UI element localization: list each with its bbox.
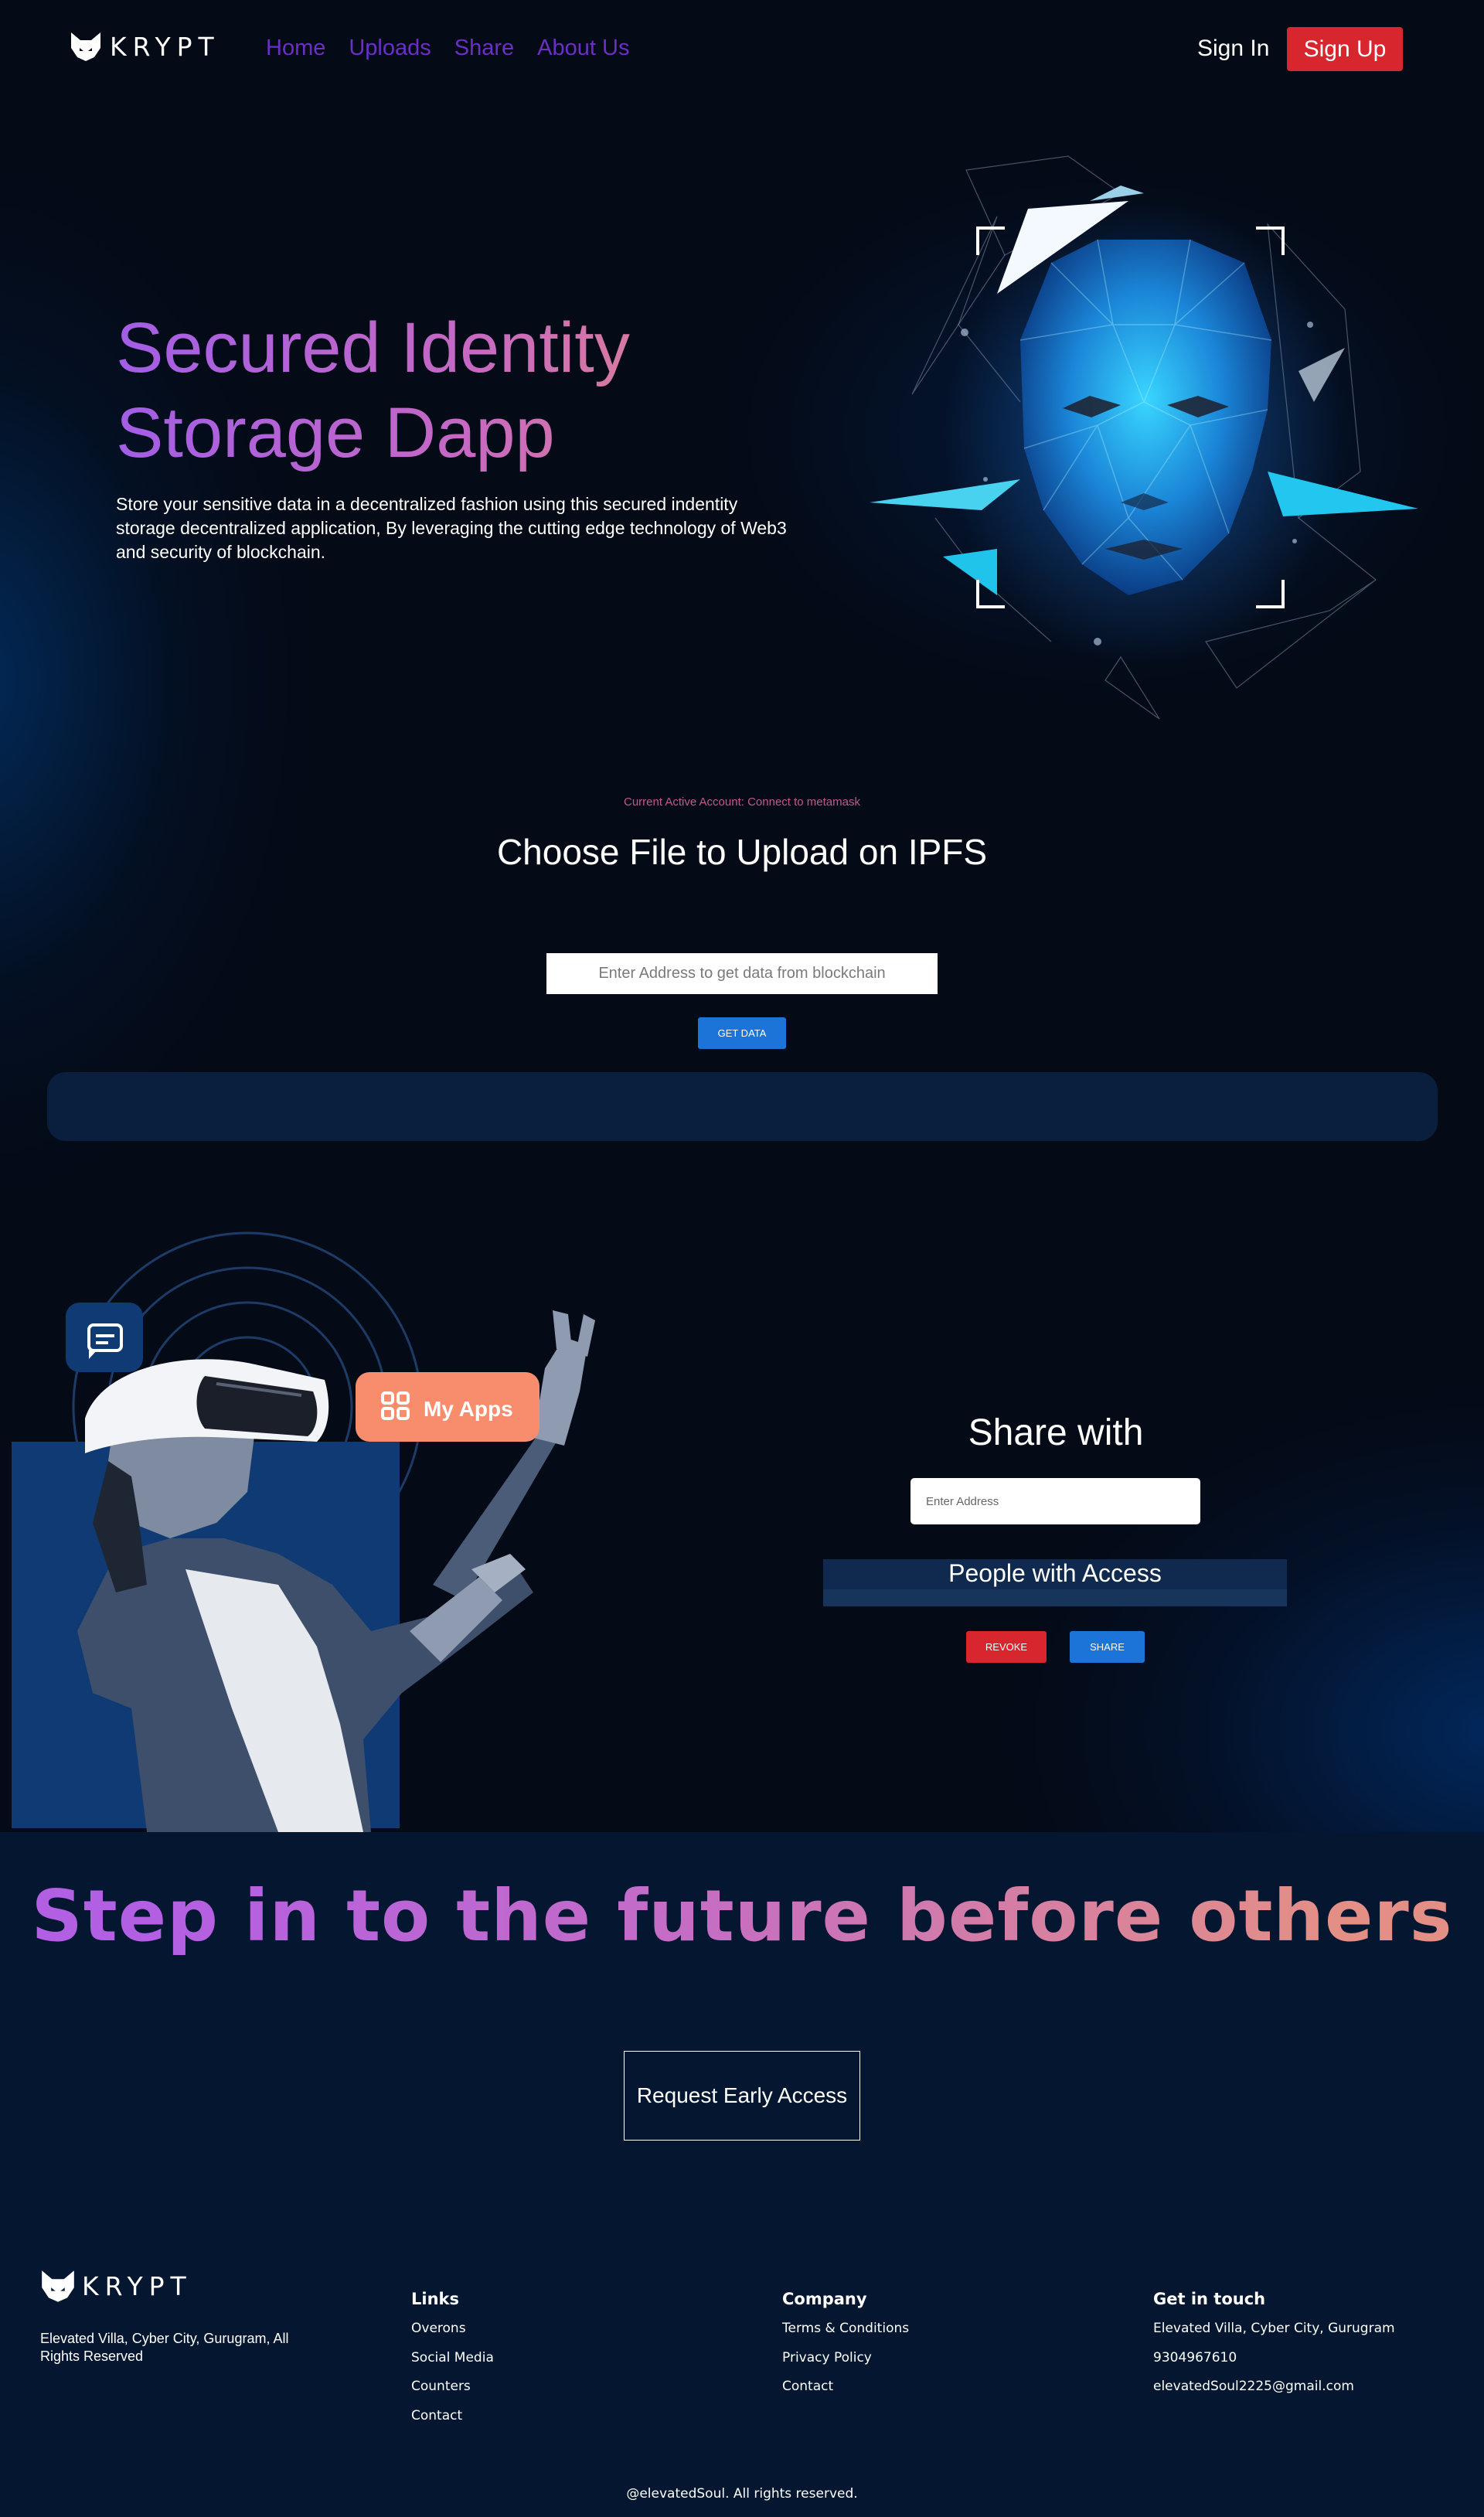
footer-address: Elevated Villa, Cyber City, Gurugram, Al… [40,2331,289,2364]
share-button[interactable]: SHARE [1070,1631,1145,1663]
footer-contact-email[interactable]: elevatedSoul2225@gmail.com [1153,2379,1395,2408]
footer-links-column: Links Overons Social Media Counters Cont… [411,2290,494,2437]
footer-contact-heading: Get in touch [1153,2290,1266,2308]
footer-link-company-contact[interactable]: Contact [782,2379,909,2408]
my-apps-label: My Apps [424,1397,513,1421]
share-title: Share with [968,1412,1144,1453]
access-list-body [823,1589,1287,1606]
upload-title: Choose File to Upload on IPFS [496,832,988,872]
revoke-button[interactable]: REVOKE [966,1631,1047,1663]
footer-brand-name: KRYPT [82,2270,192,2301]
footer-contact-column: Get in touch Elevated Villa, Cyber City,… [1153,2290,1395,2408]
brand-name: KRYPT [110,31,220,62]
nav-links: Home Uploads Share About Us [266,36,629,61]
footer-company-column: Company Terms & Conditions Privacy Polic… [782,2290,909,2408]
hero-title: Secured Identity Storage Dapp [116,305,889,475]
nav-link-about[interactable]: About Us [537,36,629,61]
footer-link-terms[interactable]: Terms & Conditions [782,2321,909,2350]
footer-link-overons[interactable]: Overons [411,2321,494,2350]
fox-logo-icon [71,32,100,61]
footer-link-social-media[interactable]: Social Media [411,2350,494,2379]
brand-logo[interactable]: KRYPT [70,31,220,62]
footer-link-counters[interactable]: Counters [411,2379,494,2408]
signin-link[interactable]: Sign In [1197,36,1269,62]
signup-button[interactable]: Sign Up [1287,27,1403,71]
footer-brand-logo[interactable]: KRYPT [40,2269,192,2303]
footer-links-heading: Links [411,2290,459,2308]
footer-link-contact[interactable]: Contact [411,2408,494,2437]
request-early-access-button[interactable]: Request Early Access [624,2051,860,2141]
footer-contact-phone[interactable]: 9304967610 [1153,2350,1395,2379]
vr-woman-illustration: My Apps [12,1231,595,1832]
copyright: @elevatedSoul. All rights reserved. [626,2486,858,2502]
nav-link-uploads[interactable]: Uploads [349,36,431,61]
footer-company-heading: Company [782,2290,867,2308]
nav-link-home[interactable]: Home [266,36,325,61]
get-data-button[interactable]: GET DATA [698,1017,786,1049]
share-address-input[interactable] [910,1478,1200,1524]
account-status: Current Active Account: Connect to metam… [624,795,860,809]
footer-link-privacy[interactable]: Privacy Policy [782,2350,909,2379]
address-input[interactable] [546,953,938,994]
footer-contact-address: Elevated Villa, Cyber City, Gurugram [1153,2321,1395,2336]
fox-logo-icon [42,2270,74,2302]
data-display-panel [47,1072,1438,1141]
polygon-face-illustration [870,155,1418,720]
cta-headline: Step in to the future before others [0,1875,1484,1957]
access-list-title: People with Access [948,1559,1162,1587]
nav-link-share[interactable]: Share [454,36,514,61]
hero-description: Store your sensitive data in a decentral… [116,494,787,562]
